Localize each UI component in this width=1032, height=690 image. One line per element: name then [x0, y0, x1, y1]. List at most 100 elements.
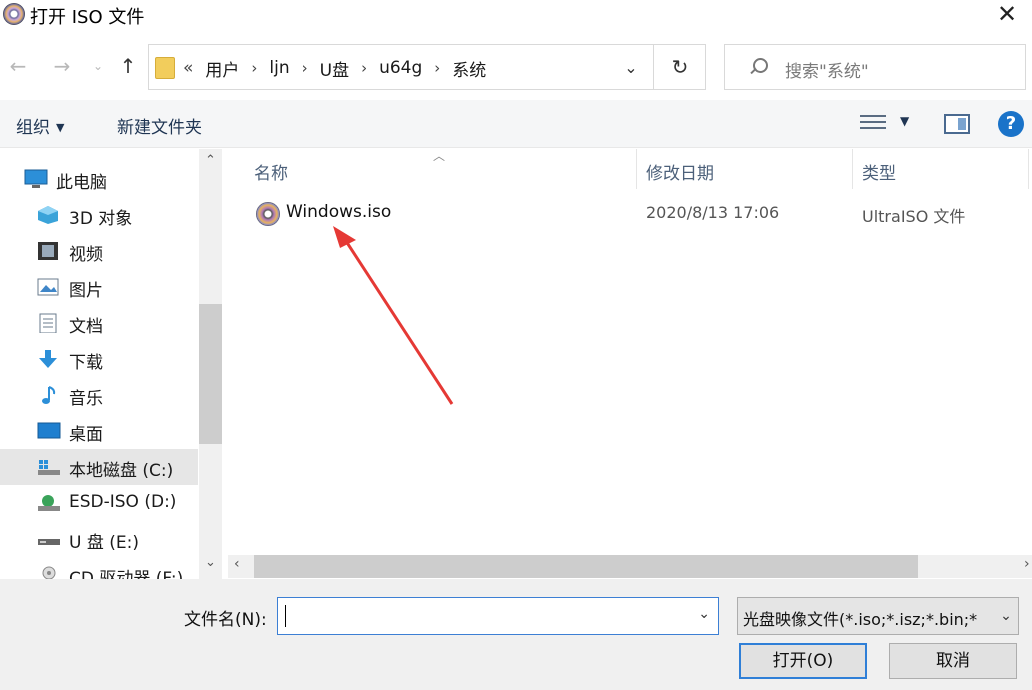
nav-item-esd-iso-d[interactable]: ESD-ISO (D:) — [0, 485, 198, 521]
nav-item-local-disk-c[interactable]: 本地磁盘 (C:) — [0, 449, 198, 485]
column-header-type[interactable]: 类型 — [862, 159, 896, 201]
breadcrumb-item[interactable]: 用户 — [205, 56, 239, 81]
nav-label: 视频 — [69, 245, 103, 265]
navigation-pane: 此电脑 3D 对象 视频 图片 文档 下载 音乐 桌面 本地磁盘 (C:) ES… — [0, 149, 222, 579]
scroll-down-icon[interactable]: ⌄ — [199, 555, 222, 570]
address-bar[interactable]: « 用户 › ljn › U盘 › u64g › 系统 ⌄ ↻ — [148, 44, 706, 90]
nav-label: ESD-ISO (D:) — [69, 492, 177, 512]
organize-button[interactable]: 组织 ▼ — [16, 113, 64, 138]
picture-icon — [37, 277, 59, 297]
nav-label: 音乐 — [69, 389, 103, 409]
new-folder-button[interactable]: 新建文件夹 — [117, 113, 202, 138]
film-icon — [37, 241, 59, 261]
column-divider[interactable] — [1028, 149, 1029, 189]
address-row: ← → ⌄ ↑ « 用户 › ljn › U盘 › u64g › 系统 ⌄ ↻ … — [0, 44, 1032, 92]
nav-item-3d-objects[interactable]: 3D 对象 — [0, 197, 198, 233]
dialog-footer: 文件名(N): ⌄ 光盘映像文件(*.iso;*.isz;*.bin;* ⌄ 打… — [0, 579, 1032, 690]
forward-arrow-icon[interactable]: → — [50, 54, 74, 78]
nav-item-videos[interactable]: 视频 — [0, 233, 198, 269]
help-icon[interactable]: ? — [998, 111, 1024, 137]
close-icon[interactable]: ✕ — [992, 0, 1022, 28]
search-placeholder: 搜索"系统" — [785, 62, 869, 82]
column-header-name[interactable]: 名称 — [254, 159, 288, 201]
nav-label: 文档 — [69, 317, 103, 337]
nav-label: 此电脑 — [56, 173, 107, 193]
scroll-up-icon[interactable]: ⌃ — [199, 153, 222, 168]
cancel-button[interactable]: 取消 — [889, 643, 1017, 679]
chevron-down-icon[interactable]: ⌄ — [698, 606, 710, 622]
back-arrow-icon[interactable]: ← — [6, 54, 30, 78]
breadcrumb-overflow[interactable]: « — [183, 58, 193, 78]
preview-pane-icon[interactable] — [944, 114, 970, 134]
nav-scrollbar[interactable]: ⌃ ⌄ — [199, 149, 222, 579]
breadcrumb-separator-icon[interactable]: › — [434, 59, 440, 77]
ultraiso-app-icon — [3, 3, 25, 25]
scrollbar-thumb[interactable] — [254, 555, 918, 578]
refresh-icon[interactable]: ↻ — [667, 54, 693, 80]
scrollbar-thumb[interactable] — [199, 304, 222, 444]
download-icon — [37, 349, 59, 369]
file-type-select[interactable]: 光盘映像文件(*.iso;*.isz;*.bin;* ⌄ — [737, 597, 1019, 635]
desktop-icon — [37, 421, 61, 441]
breadcrumb-separator-icon[interactable]: › — [251, 59, 257, 77]
column-divider[interactable] — [852, 149, 853, 189]
drive-icon — [37, 493, 60, 513]
nav-label: CD 驱动器 (F:) — [69, 569, 184, 579]
breadcrumb-item[interactable]: u64g — [379, 58, 422, 78]
nav-label: 图片 — [69, 281, 103, 301]
nav-item-cd-drive-f[interactable]: CD 驱动器 (F:) — [0, 557, 198, 579]
breadcrumb-item[interactable]: ljn — [269, 58, 289, 78]
cube-icon — [37, 205, 59, 225]
cd-drive-icon — [37, 565, 59, 579]
breadcrumb-separator-icon[interactable]: › — [361, 59, 367, 77]
nav-label: 桌面 — [69, 425, 103, 445]
filename-field[interactable]: ⌄ — [277, 597, 719, 635]
up-arrow-icon[interactable]: ↑ — [116, 54, 140, 78]
table-row[interactable]: Windows.iso 2020/8/13 17:06 UltraISO 文件 — [228, 197, 1032, 231]
nav-item-pictures[interactable]: 图片 — [0, 269, 198, 305]
title-bar: 打开 ISO 文件 ✕ — [0, 0, 1032, 30]
filename-label: 文件名(N): — [184, 610, 267, 630]
chevron-down-icon[interactable]: ⌄ — [619, 56, 643, 80]
recent-locations-chevron-icon[interactable]: ⌄ — [86, 54, 110, 78]
nav-label: 3D 对象 — [69, 209, 133, 229]
breadcrumb: « 用户 › ljn › U盘 › u64g › 系统 — [183, 56, 486, 81]
nav-item-downloads[interactable]: 下载 — [0, 341, 198, 377]
divider — [653, 45, 654, 89]
file-list-hscrollbar[interactable]: ‹ › — [228, 555, 1032, 578]
nav-item-desktop[interactable]: 桌面 — [0, 413, 198, 449]
nav-item-this-pc[interactable]: 此电脑 — [0, 161, 198, 197]
command-bar: 组织 ▼ 新建文件夹 ▼ ? — [0, 100, 1032, 148]
text-cursor — [285, 605, 286, 627]
scroll-right-icon[interactable]: › — [1024, 556, 1030, 572]
column-divider[interactable] — [636, 149, 637, 189]
nav-item-music[interactable]: 音乐 — [0, 377, 198, 413]
iso-file-icon — [256, 202, 280, 226]
search-input[interactable]: 搜索"系统" — [724, 44, 1026, 90]
drive-icon — [37, 457, 60, 477]
music-note-icon — [37, 385, 59, 405]
breadcrumb-item[interactable]: 系统 — [452, 56, 486, 81]
caret-down-icon[interactable]: ▼ — [900, 114, 909, 128]
chevron-down-icon: ⌄ — [994, 598, 1018, 634]
file-list: ︿ 名称 修改日期 类型 Windows.iso 2020/8/13 17:06… — [228, 149, 1032, 579]
file-type: UltraISO 文件 — [862, 207, 966, 226]
view-details-icon[interactable] — [860, 114, 886, 134]
breadcrumb-item[interactable]: U盘 — [320, 56, 349, 81]
nav-item-usb-e[interactable]: U 盘 (E:) — [0, 521, 198, 557]
breadcrumb-separator-icon[interactable]: › — [302, 59, 308, 77]
nav-label: 下载 — [69, 353, 103, 373]
organize-label: 组织 — [16, 118, 50, 138]
folder-icon — [155, 57, 175, 79]
open-button[interactable]: 打开(O) — [739, 643, 867, 679]
window-title: 打开 ISO 文件 — [30, 7, 145, 28]
nav-label: 本地磁盘 (C:) — [69, 461, 174, 481]
computer-icon — [24, 169, 48, 189]
file-type-value: 光盘映像文件(*.iso;*.isz;*.bin;* — [743, 610, 978, 629]
usb-drive-icon — [37, 529, 60, 549]
nav-item-documents[interactable]: 文档 — [0, 305, 198, 341]
file-date: 2020/8/13 17:06 — [646, 203, 780, 222]
search-icon — [747, 57, 769, 79]
scroll-left-icon[interactable]: ‹ — [234, 556, 240, 572]
column-header-date[interactable]: 修改日期 — [646, 159, 714, 201]
